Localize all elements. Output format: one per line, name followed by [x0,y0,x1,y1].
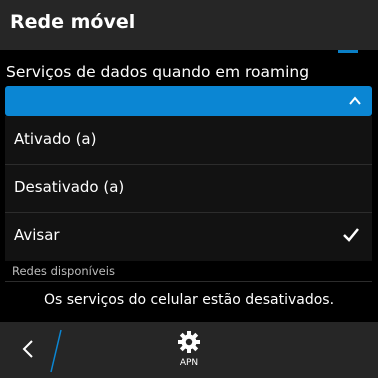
roaming-options-list: Ativado (a) Desativado (a) Avisar [5,116,372,261]
roaming-dropdown[interactable] [5,86,372,116]
status-message: Os serviços do celular estão desativados… [43,292,335,308]
checkmark-icon [343,228,359,242]
option-label: Ativado (a) [14,130,97,148]
option-label: Avisar [14,226,60,244]
apn-label: APN [179,358,199,368]
scroll-hint [338,50,358,53]
chevron-up-icon [349,96,361,105]
bar-divider [50,329,62,373]
title-bar: Rede móvel [0,0,378,50]
networks-section-label: Redes disponíveis [12,264,115,278]
page-title: Rede móvel [10,11,136,33]
gear-icon [178,331,200,353]
option-label: Desativado (a) [14,178,125,196]
back-chevron-icon[interactable] [16,336,40,362]
option-ativado[interactable]: Ativado (a) [5,116,372,165]
bottom-action-bar: APN [0,322,378,378]
option-avisar[interactable]: Avisar [5,212,372,260]
roaming-label: Serviços de dados quando em roaming [6,63,310,81]
divider [5,281,372,282]
apn-button[interactable]: APN [166,330,212,376]
option-desativado[interactable]: Desativado (a) [5,164,372,213]
